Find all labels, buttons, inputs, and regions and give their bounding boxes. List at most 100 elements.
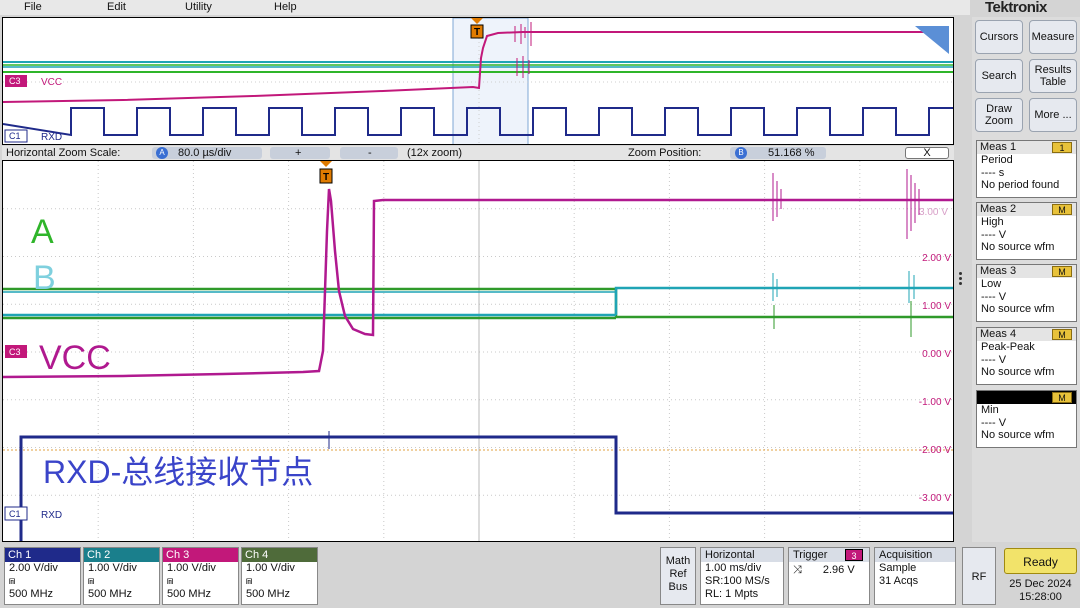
zoom-position-value: 51.168 % (768, 147, 815, 159)
meas-1-badge[interactable]: Meas 1 1 Period ---- s No period found (976, 140, 1077, 198)
meas-5-badge[interactable]: M Min ---- V No source wfm (976, 390, 1077, 448)
ch3-scale: 1.00 V/div (167, 562, 216, 574)
meas-4-badge[interactable]: Meas 4 M Peak-Peak ---- V No source wfm (976, 327, 1077, 385)
meas-3-header: Meas 3 M (977, 265, 1076, 278)
trigger-header: Trigger 3 (789, 548, 869, 562)
meas-4-status: No source wfm (981, 366, 1055, 378)
label-vcc: VCC (39, 339, 111, 377)
zoom-corner-icon[interactable] (915, 26, 949, 54)
tektronix-logo: Tektronix (985, 0, 1047, 16)
meas-4-header: Meas 4 M (977, 328, 1076, 341)
menu-file[interactable]: File (24, 1, 42, 13)
scale-label: 1.00 V (922, 301, 951, 312)
meas-2-badge[interactable]: Meas 2 M High ---- V No source wfm (976, 202, 1077, 260)
ch2-settings[interactable]: Ch 2 1.00 V/div ⩎ 500 MHz (83, 547, 160, 605)
label-a: A (31, 213, 54, 251)
main-ch4-noise (773, 301, 912, 337)
ch3-bandwidth: 500 MHz (167, 588, 212, 600)
rf-button[interactable]: RF (962, 547, 996, 605)
acquisition-settings[interactable]: Acquisition Sample 31 Acqs (874, 547, 956, 605)
ch1-coupling-icon: ⩎ (9, 575, 16, 587)
horizontal-settings[interactable]: Horizontal 1.00 ms/div SR:100 MS/s RL: 1… (700, 547, 784, 605)
overview-c1-tag[interactable]: C1 RXD (4, 129, 62, 143)
menu-edit[interactable]: Edit (107, 1, 126, 13)
ch2-coupling-icon: ⩎ (88, 575, 95, 587)
zoom-control-bar: Horizontal Zoom Scale: A 80.0 µs/div + -… (2, 146, 954, 160)
overview-waveform-pane[interactable]: T C3 VCC C1 RXD (2, 17, 954, 145)
oscilloscope-window: File Edit Utility Help Tektronix T C3 VC… (0, 0, 1080, 608)
main-waveform-display[interactable]: T A B VCC RXD-总线接收节点 C3 C1 RXD 3.00 V 2.… (2, 160, 954, 542)
main-trigger-marker: T (319, 161, 333, 184)
meas-4-source-badge: M (1052, 329, 1072, 340)
menu-utility[interactable]: Utility (185, 1, 212, 13)
horizontal-title: Horizontal (701, 548, 783, 562)
math-label: Math (665, 555, 691, 567)
meas-5-type: Min (981, 404, 999, 416)
trigger-level: 2.96 V (822, 564, 855, 576)
ch1-settings[interactable]: Ch 1 2.00 V/div ⩎ 500 MHz (4, 547, 81, 605)
results-table-button[interactable]: Results Table (1029, 59, 1077, 93)
meas-4-title: Meas 4 (980, 328, 1017, 340)
acquisition-title: Acquisition (875, 548, 955, 562)
scale-label: -2.00 V (919, 445, 952, 456)
overview-c1-tag-text: C1 (9, 131, 21, 141)
menu-help[interactable]: Help (274, 1, 297, 13)
overview-c3-tag[interactable]: C3 VCC (5, 75, 62, 88)
meas-2-header: Meas 2 M (977, 203, 1076, 216)
meas-5-source-badge: M (1052, 392, 1072, 403)
date-label: 25 Dec 2024 (1009, 578, 1072, 590)
zoom-scale-label: Horizontal Zoom Scale: (6, 147, 121, 159)
draw-zoom-line2: Zoom (984, 115, 1014, 127)
horizontal-sample-rate: SR:100 MS/s (705, 575, 770, 587)
date-time: 25 Dec 2024 15:28:00 (1004, 578, 1077, 604)
ch3-settings[interactable]: Ch 3 1.00 V/div ⩎ 500 MHz (162, 547, 239, 605)
meas-3-title: Meas 3 (980, 265, 1017, 277)
acquisition-count: 31 Acqs (879, 575, 919, 587)
meas-3-source-badge: M (1052, 266, 1072, 277)
main-trigger-label: T (323, 172, 329, 183)
ch1-bandwidth: 500 MHz (9, 588, 54, 600)
search-button[interactable]: Search (975, 59, 1023, 93)
main-waveforms: T A B VCC RXD-总线接收节点 C3 C1 RXD 3.00 V 2.… (3, 161, 953, 541)
trigger-settings[interactable]: Trigger 3 ⤨ 2.96 V (788, 547, 870, 605)
overview-waveforms: T C3 VCC C1 RXD (3, 18, 953, 145)
ch4-settings[interactable]: Ch 4 1.00 V/div ⩎ 500 MHz (241, 547, 318, 605)
meas-1-type: Period (981, 154, 1013, 166)
scale-label: -1.00 V (919, 397, 952, 408)
overview-c3-name: VCC (41, 77, 62, 88)
main-c1-tag[interactable]: C1 RXD (4, 506, 62, 521)
meas-5-header: M (977, 391, 1076, 404)
cursors-button[interactable]: Cursors (975, 20, 1023, 54)
main-c3-tag[interactable]: C3 (5, 345, 27, 358)
draw-zoom-button[interactable]: Draw Zoom (975, 98, 1023, 132)
panel-drag-handle[interactable] (957, 270, 965, 296)
run-status-badge[interactable]: Ready (1004, 548, 1077, 574)
meas-3-badge[interactable]: Meas 3 M Low ---- V No source wfm (976, 264, 1077, 322)
ch1-scale: 2.00 V/div (9, 562, 58, 574)
horizontal-record-length: RL: 1 Mpts (705, 588, 759, 600)
zoom-out-label: - (368, 147, 372, 159)
zoom-close-button[interactable]: X (905, 147, 949, 159)
zoom-position-label: Zoom Position: (628, 147, 702, 159)
zoom-window-box[interactable] (452, 18, 529, 145)
more-button[interactable]: More ... (1029, 98, 1077, 132)
label-rxd: RXD-总线接收节点 (43, 454, 313, 490)
zoom-scale-badge: A (156, 147, 168, 159)
meas-1-source-badge: 1 (1052, 142, 1072, 153)
scale-label: -3.00 V (919, 493, 952, 504)
ch2-title: Ch 2 (84, 548, 159, 562)
math-ref-bus-button[interactable]: Math Ref Bus (660, 547, 696, 605)
ch4-title: Ch 4 (242, 548, 317, 562)
acquisition-mode: Sample (879, 562, 917, 574)
meas-1-header: Meas 1 1 (977, 141, 1076, 154)
results-table-line2: Table (1039, 76, 1067, 88)
trigger-title: Trigger (793, 549, 828, 561)
meas-2-value: ---- V (981, 228, 1007, 241)
scale-labels: 2.00 V 1.00 V 0.00 V -1.00 V -2.00 V -3.00 V (919, 253, 952, 504)
measure-button[interactable]: Measure (1029, 20, 1077, 54)
ch4-coupling-icon: ⩎ (246, 575, 253, 587)
main-c3-tag-text: C3 (9, 347, 21, 357)
meas-3-value: ---- V (981, 290, 1007, 303)
main-c1-tag-text: C1 (9, 509, 21, 519)
meas-2-title: Meas 2 (980, 203, 1017, 215)
